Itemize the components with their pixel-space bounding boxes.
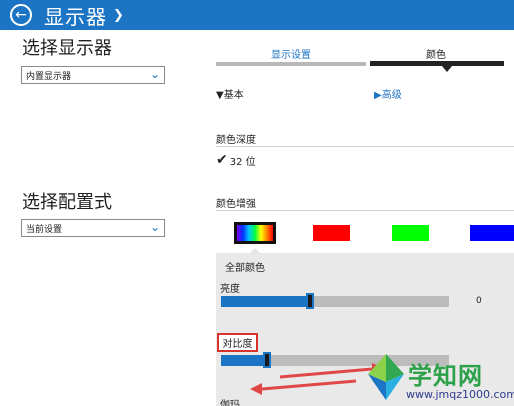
display-settings-window: ← 显示器 ❯ 选择显示器 内置显示器 ⌄ 选择配置式 当前设置 ⌄ 显示设置 … xyxy=(0,0,514,406)
watermark: 学知网 www.jmqz1000.com xyxy=(364,352,514,406)
watermark-title: 学知网 xyxy=(408,362,483,390)
watermark-logo-icon xyxy=(368,354,404,400)
watermark-url: www.jmqz1000.com xyxy=(406,388,514,401)
red-arrow-icon xyxy=(250,379,357,395)
annotation-arrows xyxy=(250,363,384,395)
